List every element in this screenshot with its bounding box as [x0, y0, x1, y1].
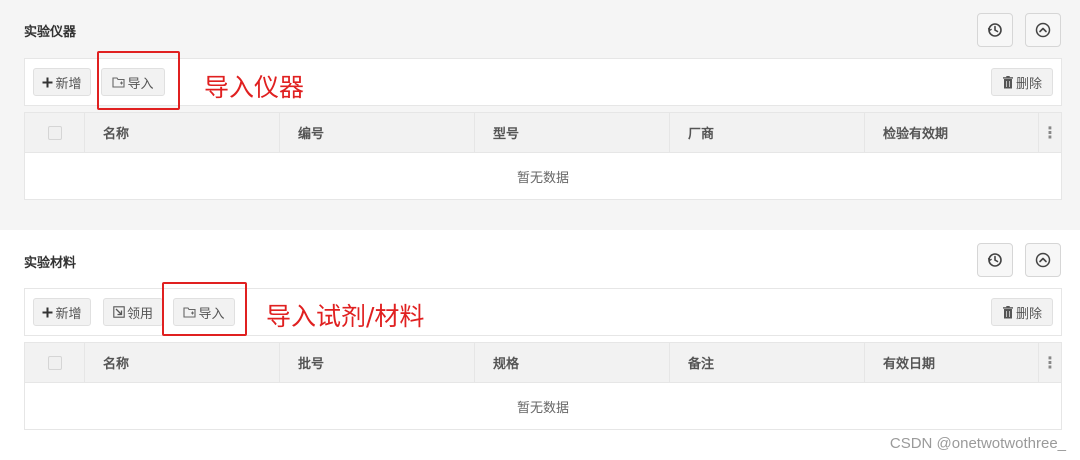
column-header[interactable]: 检验有效期 [865, 113, 1041, 152]
table-header: 名称 编号 型号 厂商 检验有效期 ⋮ [25, 113, 1061, 153]
column-header[interactable]: 厂商 [670, 113, 865, 152]
collapse-up-icon [1035, 22, 1051, 38]
collapse-button[interactable] [1025, 13, 1061, 47]
column-header[interactable]: 名称 [85, 343, 280, 382]
empty-message: 暂无数据 [516, 170, 569, 186]
column-settings-button[interactable]: ⋮ [1038, 113, 1061, 152]
select-all-checkbox[interactable] [47, 125, 62, 140]
import-material-highlight [162, 282, 247, 336]
history-button[interactable] [977, 243, 1013, 277]
column-header[interactable]: 有效日期 [865, 343, 1041, 382]
claim-arrow-icon [113, 306, 125, 318]
plus-icon [42, 77, 53, 88]
select-all-cell [25, 343, 85, 382]
import-instrument-highlight [97, 51, 180, 110]
instrument-table: 名称 编号 型号 厂商 检验有效期 ⋮ 暂无数据 [24, 112, 1062, 200]
column-header[interactable]: 编号 [280, 113, 475, 152]
watermark: CSDN @onetwotwothree_ [889, 435, 1066, 452]
add-button-label: 新增 [55, 76, 82, 92]
panel-title: 实验材料 [24, 256, 77, 271]
add-button-label: 新增 [55, 306, 82, 322]
column-header[interactable]: 规格 [475, 343, 670, 382]
column-header[interactable]: 型号 [475, 113, 670, 152]
claim-button-label: 领用 [126, 306, 153, 322]
import-instrument-annotation: 导入仪器 [204, 73, 305, 102]
column-header[interactable]: 批号 [280, 343, 475, 382]
delete-button-label: 删除 [1015, 76, 1042, 92]
add-button[interactable]: 新增 [33, 68, 91, 96]
column-header[interactable]: 名称 [85, 113, 280, 152]
material-table: 名称 批号 规格 备注 有效日期 ⋮ 暂无数据 [24, 342, 1062, 430]
empty-message: 暂无数据 [516, 400, 569, 416]
column-header[interactable]: 备注 [670, 343, 865, 382]
select-all-cell [25, 113, 85, 152]
history-icon [987, 253, 1002, 267]
select-all-checkbox[interactable] [47, 355, 62, 370]
collapse-up-icon [1035, 252, 1051, 268]
add-button[interactable]: 新增 [33, 298, 91, 326]
history-icon [987, 23, 1002, 37]
delete-button[interactable]: 删除 [991, 68, 1053, 96]
trash-icon [1002, 305, 1014, 319]
delete-button[interactable]: 删除 [991, 298, 1053, 326]
instrument-panel: 实验仪器 新增 导入 删除 名称 编号 型号 厂商 检验有效期 ⋮ 暂无数据 [0, 0, 1080, 230]
import-material-annotation: 导入试剂/材料 [266, 302, 425, 331]
trash-icon [1002, 75, 1014, 89]
plus-icon [42, 307, 53, 318]
history-button[interactable] [977, 13, 1013, 47]
claim-button[interactable]: 领用 [103, 298, 163, 326]
vertical-dots-icon: ⋮ [1042, 123, 1058, 142]
material-panel: 实验材料 新增 领用 导入 删除 名称 批号 规格 备注 有效日期 ⋮ 暂无数据 [0, 230, 1080, 460]
column-settings-button[interactable]: ⋮ [1038, 343, 1061, 382]
table-header: 名称 批号 规格 备注 有效日期 ⋮ [25, 343, 1061, 383]
collapse-button[interactable] [1025, 243, 1061, 277]
vertical-dots-icon: ⋮ [1042, 353, 1058, 372]
panel-title: 实验仪器 [24, 25, 77, 40]
delete-button-label: 删除 [1015, 306, 1042, 322]
